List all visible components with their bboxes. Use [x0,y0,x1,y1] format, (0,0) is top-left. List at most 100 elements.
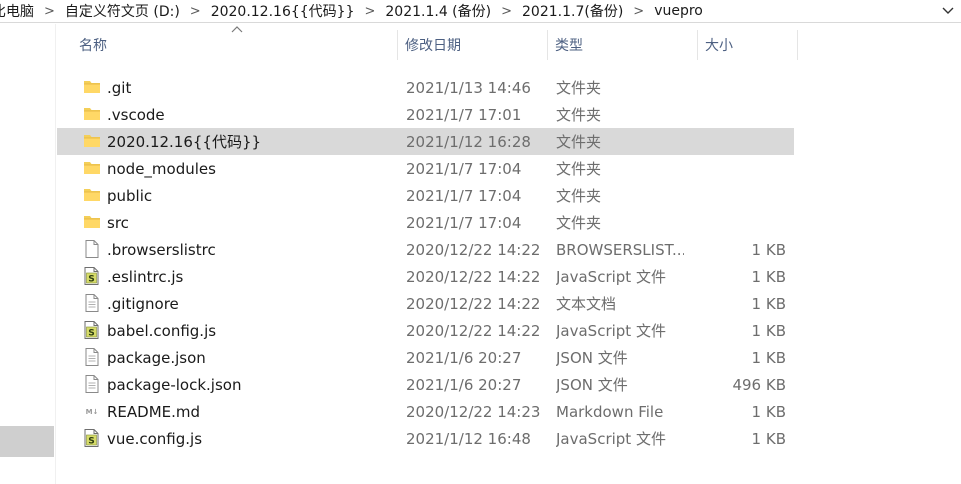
file-date: 2020/12/22 14:22 [406,240,541,259]
svg-text:M↓: M↓ [86,408,99,416]
file-size: 1 KB [751,348,786,367]
js-file-icon: S [82,320,102,340]
breadcrumb-separator-icon[interactable]: > [627,4,650,19]
file-name: .eslintrc.js [107,267,184,286]
folder-icon [82,185,102,205]
column-divider[interactable] [397,30,398,60]
navigation-pane[interactable] [0,24,56,484]
file-list: .git 2021/1/13 14:46 文件夹 .vscode 2021/1/7 17… [57,74,797,452]
address-bar[interactable]: 比电脑 > 自定义符文页 (D:) > 2020.12.16{{代码}} > 2… [0,0,961,23]
breadcrumb-separator-icon[interactable]: > [184,4,207,19]
column-divider[interactable] [547,30,548,60]
file-name: babel.config.js [107,321,217,340]
file-name: package-lock.json [107,375,242,394]
file-type: JSON 文件 [556,376,628,394]
column-headers: 名称 修改日期 类型 大小 [57,24,817,66]
file-size: 1 KB [751,267,786,286]
breadcrumb: 比电脑 > 自定义符文页 (D:) > 2020.12.16{{代码}} > 2… [0,0,707,22]
file-type: JavaScript 文件 [556,322,666,340]
breadcrumb-item-folder-1[interactable]: 2020.12.16{{代码}} [207,1,359,21]
file-type: JSON 文件 [556,349,628,367]
column-header-name[interactable]: 名称 [79,24,107,66]
file-type: 文件夹 [556,106,602,124]
file-row[interactable]: package-lock.json 2021/1/6 20:27 JSON 文件 49… [57,371,794,398]
breadcrumb-item-folder-2[interactable]: 2021.1.4 (备份) [381,1,495,21]
file-date: 2021/1/13 14:46 [406,78,531,97]
js-file-icon: S [82,266,102,286]
file-type: 文件夹 [556,214,602,232]
file-type: BROWSERSLIST... [556,240,684,259]
breadcrumb-item-drive[interactable]: 自定义符文页 (D:) [61,1,184,21]
file-row[interactable]: src 2021/1/7 17:04 文件夹 [57,209,794,236]
file-date: 2021/1/7 17:01 [406,105,522,124]
file-row[interactable]: .browserslistrc 2020/12/22 14:22 BROWSERSL… [57,236,794,263]
js-file-icon: S [82,428,102,448]
file-size: 1 KB [751,402,786,421]
file-row[interactable]: public 2021/1/7 17:04 文件夹 [57,182,794,209]
file-type: 文件夹 [556,79,602,97]
text-file-icon [82,374,102,394]
breadcrumb-item-current[interactable]: vuepro [650,3,707,19]
file-date: 2021/1/6 20:27 [406,348,522,367]
file-date: 2021/1/7 17:04 [406,213,522,232]
file-name: src [107,213,129,232]
file-row[interactable]: .gitignore 2020/12/22 14:22 文本文档 1 KB [57,290,794,317]
file-type: 文件夹 [556,133,602,151]
chevron-down-icon [942,7,954,14]
markdown-file-icon: M↓ [82,401,102,421]
file-row[interactable]: Svue.config.js 2021/1/12 16:48 JavaScript … [57,425,794,452]
folder-icon [82,158,102,178]
svg-text:S: S [88,275,94,285]
file-row[interactable]: M↓ README.md 2020/12/22 14:23 Markdown File… [57,398,794,425]
breadcrumb-separator-icon[interactable]: > [495,4,518,19]
file-row[interactable]: node_modules 2021/1/7 17:04 文件夹 [57,155,794,182]
breadcrumb-item-folder-3[interactable]: 2021.1.7(备份) [518,1,627,21]
nav-pane-selected-item[interactable] [0,426,54,457]
file-row[interactable]: package.json 2021/1/6 20:27 JSON 文件 1 KB [57,344,794,371]
file-name: public [107,186,153,205]
file-row[interactable]: S .eslintrc.js 2020/12/22 14:22 JavaScript … [57,263,794,290]
column-header-size[interactable]: 大小 [705,24,733,66]
breadcrumb-item-this-pc[interactable]: 比电脑 [0,1,38,21]
file-size: 1 KB [751,240,786,259]
text-file-icon [82,293,102,313]
file-row[interactable]: .git 2021/1/13 14:46 文件夹 [57,74,794,101]
breadcrumb-separator-icon[interactable]: > [38,4,61,19]
column-divider[interactable] [697,30,698,60]
file-date: 2020/12/22 14:22 [406,267,541,286]
column-divider[interactable] [797,30,798,60]
file-size: 1 KB [751,429,786,448]
file-name: node_modules [107,159,216,178]
file-row[interactable]: .vscode 2021/1/7 17:01 文件夹 [57,101,794,128]
file-date: 2021/1/7 17:04 [406,186,522,205]
file-size: 1 KB [751,321,786,340]
file-date: 2021/1/12 16:48 [406,429,531,448]
file-size: 496 KB [732,375,786,394]
folder-icon [82,131,102,151]
file-name: vue.config.js [107,429,203,448]
column-header-date[interactable]: 修改日期 [405,24,461,66]
breadcrumb-separator-icon[interactable]: > [358,4,381,19]
sort-ascending-icon [231,26,243,33]
folder-icon [82,104,102,124]
folder-icon [82,77,102,97]
file-date: 2020/12/22 14:22 [406,294,541,313]
file-type: JavaScript 文件 [556,430,666,448]
column-header-type[interactable]: 类型 [555,24,583,66]
address-history-dropdown[interactable] [937,0,959,22]
file-name: .gitignore [107,294,179,313]
file-type: 文件夹 [556,187,602,205]
file-date: 2020/12/22 14:23 [406,402,541,421]
file-type: Markdown File [556,402,664,421]
file-date: 2020/12/22 14:22 [406,321,541,340]
svg-text:S: S [88,329,94,339]
file-name: .vscode [107,105,165,124]
file-row[interactable]: Sbabel.config.js 2020/12/22 14:22 JavaScri… [57,317,794,344]
file-date: 2021/1/12 16:28 [406,132,531,151]
file-name: .git [107,78,132,97]
file-date: 2021/1/7 17:04 [406,159,522,178]
file-name: README.md [107,402,201,421]
file-row[interactable]: 2020.12.16{{代码}} 2021/1/12 16:28 文件夹 [57,128,794,155]
file-name: 2020.12.16{{代码}} [107,133,262,151]
svg-text:S: S [88,437,94,447]
